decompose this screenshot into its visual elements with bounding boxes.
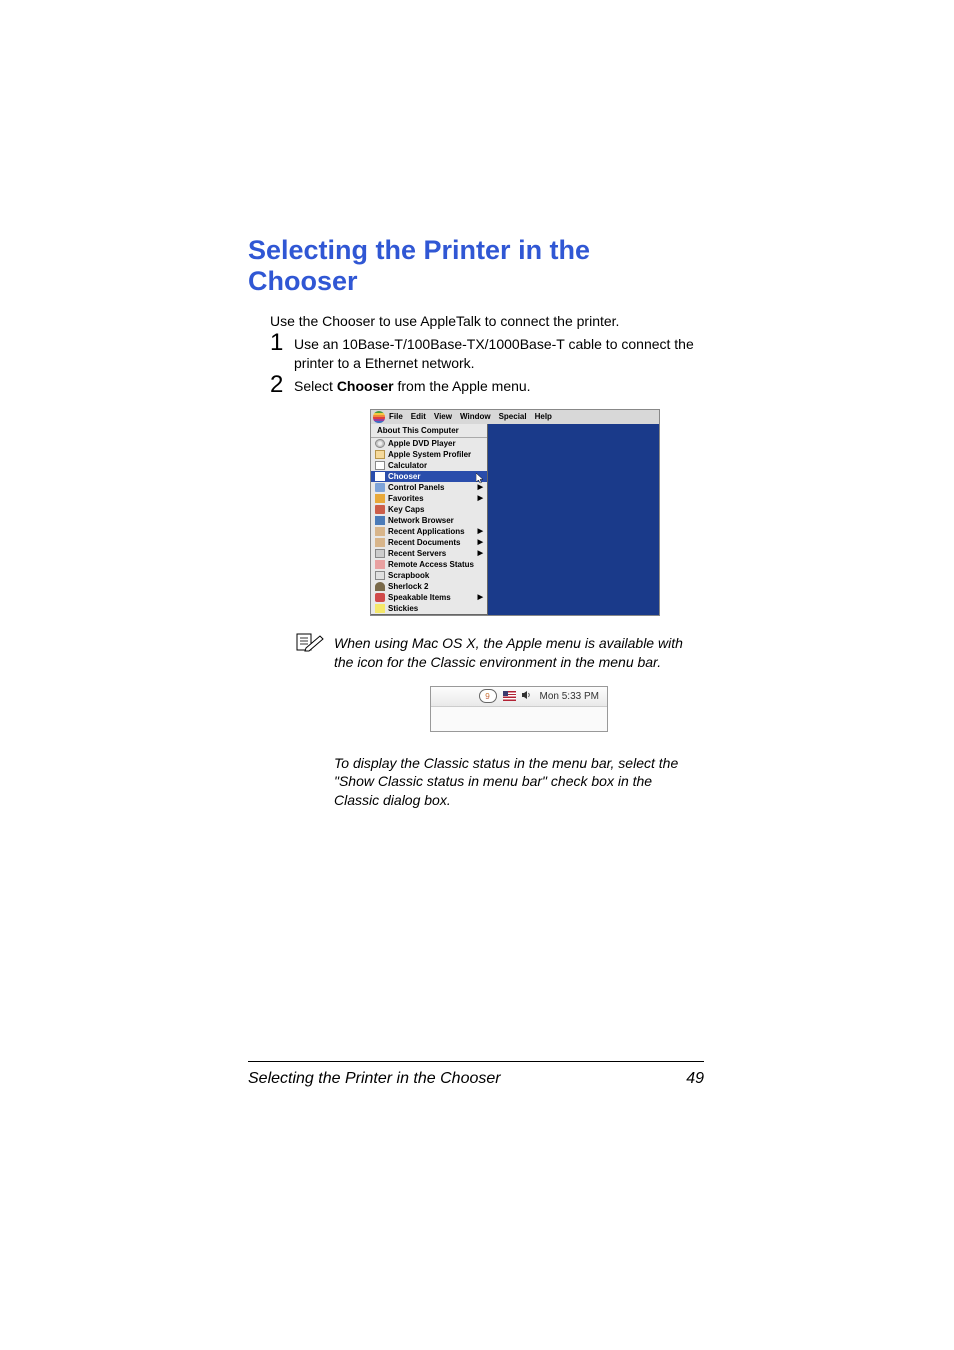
footer-title: Selecting the Printer in the Chooser [248,1070,501,1088]
classic-status-icon[interactable]: 9 [479,689,497,703]
menu-item-label: Key Caps [388,505,424,514]
step-text-bold: Chooser [337,378,394,394]
menu-file[interactable]: File [389,412,403,421]
menu-item-apple-dvd-player[interactable]: Apple DVD Player [371,438,487,449]
menu-item-label: Remote Access Status [388,560,474,569]
menu-item-label: Apple System Profiler [388,450,471,459]
submenu-arrow-icon: ▶ [478,483,483,491]
doc-icon [375,527,385,536]
menubar-time[interactable]: Mon 5:33 PM [540,691,599,702]
star-icon [375,494,385,503]
note-icon [375,604,385,613]
menu-item-label: Control Panels [388,483,444,492]
menu-item-label: Recent Applications [388,527,465,536]
intro-text: Use the Chooser to use AppleTalk to conn… [270,313,704,329]
page-title: Selecting the Printer in the Chooser [248,235,704,297]
note-icon [296,632,324,657]
calc-icon [375,461,385,470]
step-2: 2 Select Chooser from the Apple menu. [270,377,704,397]
page-footer: Selecting the Printer in the Chooser 49 [248,1061,704,1088]
folder-icon [375,483,385,492]
screenshot-apple-menu: File Edit View Window Special Help About… [370,409,660,616]
menu-item-calculator[interactable]: Calculator [371,460,487,471]
screenshot-osx-menubar: 9 Mon 5:33 PM [430,686,608,732]
menu-item-remote-access-status[interactable]: Remote Access Status [371,559,487,570]
menu-item-label: Speakable Items [388,593,451,602]
submenu-arrow-icon: ▶ [478,527,483,535]
step-text: Use an 10Base-T/100Base-TX/1000Base-T ca… [294,335,704,373]
menu-item-label: Apple DVD Player [388,439,456,448]
chooser-white-icon [375,472,385,481]
hat-icon [375,582,385,591]
menu-item-label: Scrapbook [388,571,429,580]
menu-item-network-browser[interactable]: Network Browser [371,515,487,526]
lips-icon [375,593,385,602]
menu-item-control-panels[interactable]: Control Panels ▶ [371,482,487,493]
flag-icon[interactable] [503,691,516,701]
menu-item-favorites[interactable]: Favorites ▶ [371,493,487,504]
menu-item-stickies[interactable]: Stickies [371,603,487,614]
menu-item-key-caps[interactable]: Key Caps [371,504,487,515]
server-icon [375,549,385,558]
osx-menubar: 9 Mon 5:33 PM [431,687,607,707]
apple-logo-icon[interactable] [373,411,385,423]
menu-item-recent-documents[interactable]: Recent Documents ▶ [371,537,487,548]
menu-item-label: Chooser [388,472,420,481]
menu-item-label: Sherlock 2 [388,582,428,591]
apple-dropdown-menu: About This Computer Apple DVD Player Appl… [371,424,488,615]
menu-item-label: Stickies [388,604,418,613]
menu-item-label: Recent Servers [388,549,446,558]
book-icon [375,571,385,580]
note-text-2: To display the Classic status in the men… [334,754,694,811]
step-number: 1 [270,331,294,355]
menu-item-sherlock-2[interactable]: Sherlock 2 [371,581,487,592]
menu-item-scrapbook[interactable]: Scrapbook [371,570,487,581]
menu-window[interactable]: Window [460,412,491,421]
cd-icon [375,439,385,448]
doc-icon [375,538,385,547]
menu-item-label: Network Browser [388,516,454,525]
speaker-icon[interactable] [521,690,532,703]
submenu-arrow-icon: ▶ [478,549,483,557]
step-number: 2 [270,373,294,397]
classic-menubar: File Edit View Window Special Help [371,410,659,424]
dropdown-header[interactable]: About This Computer [371,424,487,438]
menu-item-speakable-items[interactable]: Speakable Items ▶ [371,592,487,603]
submenu-arrow-icon: ▶ [478,593,483,601]
menu-edit[interactable]: Edit [411,412,426,421]
step-text: Select Chooser from the Apple menu. [294,377,531,396]
menu-item-recent-servers[interactable]: Recent Servers ▶ [371,548,487,559]
footer-page-number: 49 [686,1070,704,1088]
menu-item-apple-system-profiler[interactable]: Apple System Profiler [371,449,487,460]
menu-item-label: Favorites [388,494,424,503]
step-text-pre: Select [294,378,337,394]
note-text-1: When using Mac OS X, the Apple menu is a… [334,634,704,672]
key-icon [375,505,385,514]
menu-help[interactable]: Help [535,412,552,421]
note-row: When using Mac OS X, the Apple menu is a… [296,634,704,672]
remote-icon [375,560,385,569]
menu-item-chooser[interactable]: Chooser [371,471,487,482]
menu-view[interactable]: View [434,412,452,421]
menu-special[interactable]: Special [499,412,527,421]
menu-item-recent-applications[interactable]: Recent Applications ▶ [371,526,487,537]
net-icon [375,516,385,525]
box-icon [375,450,385,459]
submenu-arrow-icon: ▶ [478,538,483,546]
submenu-arrow-icon: ▶ [478,494,483,502]
menu-item-label: Calculator [388,461,427,470]
menu-item-label: Recent Documents [388,538,460,547]
step-1: 1 Use an 10Base-T/100Base-TX/1000Base-T … [270,335,704,373]
step-text-post: from the Apple menu. [394,378,531,394]
